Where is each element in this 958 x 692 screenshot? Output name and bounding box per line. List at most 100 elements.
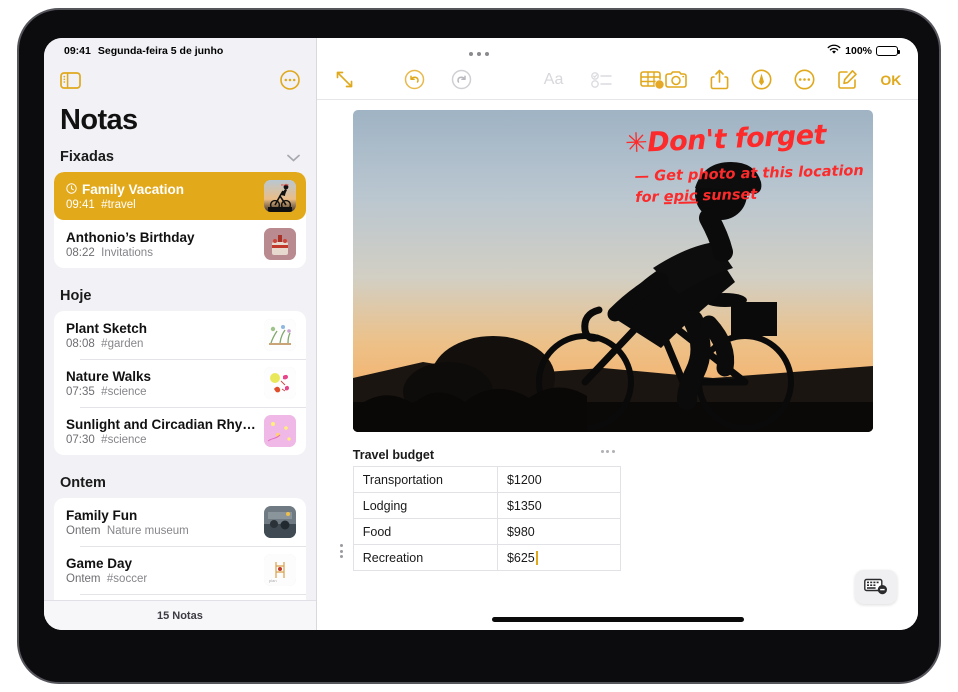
- table-row[interactable]: Lodging $1350: [352, 492, 621, 519]
- table-cell-amount[interactable]: $1350: [496, 492, 621, 519]
- editor-toolbar: Aa OK: [316, 60, 918, 100]
- note-time: 07:30: [66, 433, 95, 446]
- note-subtitle: 09:41 #travel: [66, 199, 256, 211]
- notes-card-fixadas: Family Vacation 09:41 #travel note Antho…: [54, 172, 306, 268]
- list-item[interactable]: Aurora Borealis Ontem Collisions with ox…: [54, 594, 306, 600]
- note-title: Plant Sketch: [66, 320, 148, 336]
- note-title-wrap: Nature Walks: [66, 369, 256, 384]
- notes-list-scroll[interactable]: Fixadas Family Vacation 09:41 #travel no…: [44, 143, 316, 600]
- table-row[interactable]: Recreation $625: [352, 544, 621, 571]
- note-title: Nature Walks: [66, 368, 152, 384]
- undo-icon[interactable]: [404, 69, 425, 90]
- note-title-wrap: Family Fun: [66, 508, 256, 523]
- group-label: Hoje: [60, 288, 92, 304]
- note-snippet: #garden: [101, 337, 144, 350]
- notes-card-ontem: Family Fun Ontem Nature museum Game Day …: [54, 498, 306, 600]
- sunlight-circadian-thumb: [263, 415, 296, 447]
- notes-sidebar: Notas Fixadas Family Vacation 09:41 #tra…: [44, 38, 317, 630]
- note-subtitle: Ontem #soccer: [66, 573, 256, 585]
- editor-more-circle-icon[interactable]: [794, 69, 815, 90]
- table-caption: Travel budget: [352, 448, 435, 462]
- redo-icon[interactable]: [451, 69, 472, 90]
- group-header-ontem[interactable]: Ontem: [54, 469, 306, 498]
- camera-icon[interactable]: [665, 70, 688, 89]
- note-title-wrap: Sunlight and Circadian Rhy…: [66, 417, 256, 432]
- list-item[interactable]: Family Fun Ontem Nature museum: [54, 498, 306, 546]
- table-cell-amount-active[interactable]: $625: [496, 544, 621, 571]
- table-row[interactable]: Food $980: [352, 518, 621, 545]
- group-label: Ontem: [60, 475, 106, 491]
- note-time: 07:35: [66, 385, 95, 398]
- table-options-icon[interactable]: [600, 450, 615, 453]
- list-item[interactable]: Anthonio’s Birthday 08:22 Invitations: [54, 220, 306, 268]
- note-subtitle: 07:35 #science: [66, 386, 256, 398]
- note-subtitle: 08:08 #garden: [66, 338, 256, 350]
- table-cell-item[interactable]: Lodging: [352, 492, 498, 519]
- note-title: Family Vacation: [82, 181, 185, 197]
- note-editor-pane: Aa OK ✳Don't forget — Get photo at this …: [316, 38, 918, 630]
- list-item[interactable]: Game Day Ontem #soccer plan: [54, 546, 306, 594]
- multitask-handle-icon[interactable]: [19, 52, 939, 56]
- table-cell-item[interactable]: Recreation: [352, 544, 498, 571]
- svg-text:note: note: [281, 182, 290, 187]
- plant-sketch-thumb: [263, 319, 296, 351]
- note-snippet: #travel: [101, 198, 136, 211]
- note-title: Sunlight and Circadian Rhy…: [66, 416, 256, 432]
- svg-text:plan: plan: [269, 578, 277, 583]
- sidebar-more-circle-icon[interactable]: [279, 70, 300, 90]
- travel-budget-table-block: Travel budget Transportation $1200 Lodgi…: [339, 448, 621, 571]
- note-snippet: #soccer: [106, 572, 148, 585]
- checklist-icon[interactable]: [591, 71, 613, 88]
- table-cell-amount[interactable]: $980: [496, 518, 621, 545]
- note-subtitle: 07:30 #science: [66, 434, 256, 446]
- done-button[interactable]: OK: [880, 72, 901, 88]
- markup-pen-icon[interactable]: [751, 69, 772, 90]
- sidebar-toggle-icon[interactable]: [60, 71, 81, 89]
- note-title-wrap: Family Vacation: [66, 182, 256, 197]
- note-time: 09:41: [66, 198, 95, 211]
- list-item[interactable]: Sunlight and Circadian Rhy… 07:30 #scien…: [54, 407, 306, 455]
- text-cursor: [535, 550, 538, 565]
- clock-icon: [66, 182, 77, 197]
- list-item[interactable]: Plant Sketch 08:08 #garden: [54, 311, 306, 359]
- table-cell-item[interactable]: Transportation: [352, 466, 498, 493]
- note-title-wrap: Game Day: [66, 556, 256, 571]
- notes-count-footer: 15 Notas: [44, 600, 316, 630]
- travel-budget-table[interactable]: Transportation $1200 Lodging $1350 Food …: [352, 466, 621, 571]
- notes-card-hoje: Plant Sketch 08:08 #garden Nature Walks …: [54, 311, 306, 455]
- note-subtitle: Ontem Nature museum: [66, 525, 256, 537]
- note-title-wrap: Anthonio’s Birthday: [66, 230, 256, 245]
- group-header-hoje[interactable]: Hoje: [54, 282, 306, 311]
- nature-walks-thumb: [263, 367, 296, 399]
- row-drag-handle-icon[interactable]: [339, 544, 343, 558]
- note-snippet: Invitations: [101, 246, 153, 259]
- note-subtitle: 08:22 Invitations: [66, 247, 256, 259]
- table-cell-item[interactable]: Food: [352, 518, 498, 545]
- compose-icon[interactable]: [837, 69, 858, 90]
- cyclist-sunset-thumb: note: [263, 180, 296, 212]
- table-cell-amount[interactable]: $1200: [496, 466, 621, 493]
- game-day-thumb: plan: [263, 554, 296, 586]
- group-header-fixadas[interactable]: Fixadas: [54, 143, 306, 172]
- chevron-down-icon[interactable]: [286, 150, 300, 165]
- list-item[interactable]: Nature Walks 07:35 #science: [54, 359, 306, 407]
- note-content[interactable]: ✳Don't forget — Get photo at this locati…: [317, 100, 918, 630]
- list-item[interactable]: Family Vacation 09:41 #travel note: [54, 172, 306, 220]
- table-row[interactable]: Transportation $1200: [352, 466, 621, 493]
- note-time: Ontem: [66, 524, 101, 537]
- birthday-cake-thumb: [263, 228, 296, 260]
- expand-diagonal-icon[interactable]: [335, 70, 354, 89]
- cyclist-at-sunset-photo[interactable]: ✳Don't forget — Get photo at this locati…: [352, 110, 873, 432]
- ipad-device-frame: 09:41 Segunda-feira 5 de junho 100% Nota…: [17, 8, 941, 684]
- note-title-wrap: Plant Sketch: [66, 321, 256, 336]
- keyboard-dismiss-icon[interactable]: [855, 570, 898, 604]
- home-indicator: [492, 617, 745, 622]
- note-time: 08:22: [66, 246, 95, 259]
- group-label: Fixadas: [60, 149, 114, 165]
- note-time: Ontem: [66, 572, 101, 585]
- share-icon[interactable]: [710, 69, 729, 90]
- family-fun-thumb: [263, 506, 296, 538]
- table-icon[interactable]: [640, 69, 665, 90]
- text-format-icon[interactable]: Aa: [544, 71, 564, 89]
- note-time: 08:08: [66, 337, 95, 350]
